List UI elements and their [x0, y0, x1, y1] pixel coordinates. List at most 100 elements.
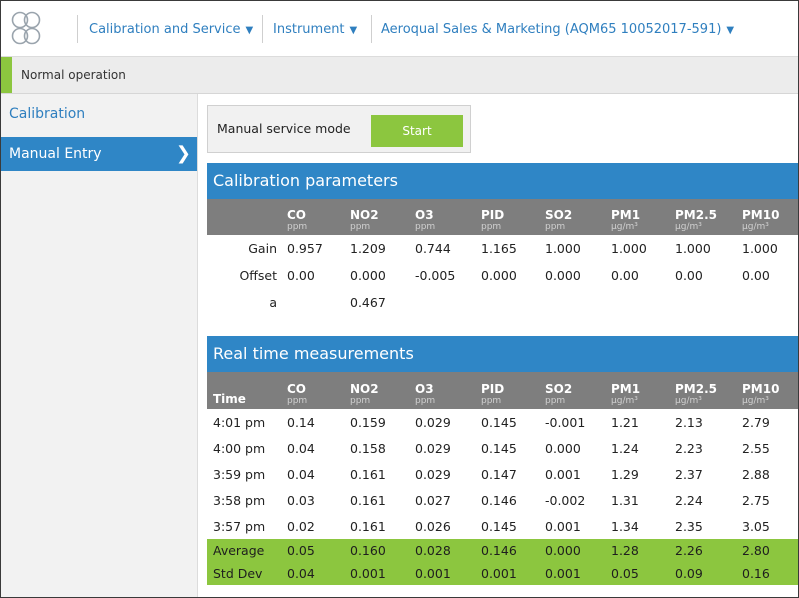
table-cell[interactable]: 0.000 — [539, 262, 605, 289]
table-cell[interactable]: 0.00 — [605, 262, 669, 289]
table-cell[interactable]: 1.000 — [605, 235, 669, 262]
column-header-pm10: PM10 µg/m³ — [736, 372, 798, 409]
column-header-co: CO ppm — [281, 372, 344, 409]
stat-label: Average — [207, 539, 281, 562]
calibration-row-gain: Gain 0.957 1.209 0.744 1.165 1.000 1.000… — [207, 235, 798, 262]
column-header-so2: SO2 ppm — [539, 199, 605, 235]
table-cell[interactable]: 1.165 — [475, 235, 539, 262]
column-header-pm25: PM2.5 µg/m³ — [669, 199, 736, 235]
table-cell: 0.05 — [605, 562, 669, 585]
manual-service-label: Manual service mode — [217, 121, 351, 136]
column-unit: µg/m³ — [742, 222, 769, 232]
row-label: Gain — [248, 241, 277, 256]
nav-dropdown-site[interactable]: Aeroqual Sales & Marketing (AQM65 100520… — [381, 15, 734, 45]
column-header-blank — [207, 199, 281, 235]
nav-dropdown-instrument[interactable]: Instrument ▼ — [273, 15, 357, 45]
table-cell — [669, 289, 736, 316]
time-cell: 3:59 pm — [213, 466, 266, 482]
table-cell: 2.24 — [675, 492, 703, 508]
nav-site-label: Aeroqual Sales & Marketing (AQM65 100520… — [381, 22, 722, 37]
table-row: 3:57 pm 0.02 0.161 0.026 0.145 0.001 1.3… — [207, 513, 798, 539]
table-cell: 0.029 — [415, 440, 451, 456]
table-cell: 0.000 — [545, 440, 581, 456]
manual-service-panel: Manual service mode Start — [207, 105, 471, 153]
chevron-down-icon: ▼ — [726, 25, 735, 36]
table-cell: 0.161 — [350, 518, 386, 534]
table-cell: 0.029 — [415, 414, 451, 430]
table-cell: 0.05 — [281, 539, 344, 562]
table-row: 3:59 pm 0.04 0.161 0.029 0.147 0.001 1.2… — [207, 461, 798, 487]
realtime-section-title: Real time measurements — [207, 336, 798, 372]
table-cell[interactable]: 0.957 — [281, 235, 344, 262]
column-unit: ppm — [287, 222, 308, 232]
average-row: Average 0.05 0.160 0.028 0.146 0.000 1.2… — [207, 539, 798, 562]
column-header-time: Time — [207, 372, 281, 409]
column-header-no2: NO2 ppm — [344, 372, 409, 409]
column-name: SO2 — [545, 208, 573, 222]
time-cell: 4:00 pm — [213, 440, 266, 456]
column-header-o3: O3 ppm — [409, 372, 475, 409]
table-cell: 2.26 — [669, 539, 736, 562]
table-cell: 0.027 — [415, 492, 451, 508]
sidebar: Calibration Manual Entry ❯ — [1, 94, 198, 597]
table-cell[interactable]: 0.00 — [669, 262, 736, 289]
sidebar-item-label: Manual Entry — [9, 146, 102, 162]
table-cell[interactable]: 0.744 — [409, 235, 475, 262]
column-unit: ppm — [415, 222, 436, 232]
column-name: PM2.5 — [675, 382, 717, 396]
table-row: 3:58 pm 0.03 0.161 0.027 0.146 -0.002 1.… — [207, 487, 798, 513]
table-cell[interactable]: 0.467 — [344, 289, 409, 316]
table-cell: 0.04 — [287, 440, 315, 456]
table-cell — [539, 289, 605, 316]
top-navigation-bar: Calibration and Service ▼ Instrument ▼ Aer… — [1, 1, 798, 57]
nav-dropdown-section[interactable]: Calibration and Service ▼ — [89, 15, 253, 45]
table-cell[interactable]: 1.000 — [669, 235, 736, 262]
table-cell: 1.34 — [611, 518, 639, 534]
table-cell[interactable]: 0.000 — [344, 262, 409, 289]
nav-instrument-label: Instrument — [273, 22, 345, 37]
table-cell: 0.145 — [481, 518, 517, 534]
table-cell: 0.001 — [545, 518, 581, 534]
table-cell[interactable]: 0.00 — [736, 262, 798, 289]
table-cell: 0.161 — [350, 466, 386, 482]
table-cell: 0.001 — [539, 562, 605, 585]
status-text: Normal operation — [21, 68, 126, 82]
nav-section-label: Calibration and Service — [89, 22, 241, 37]
table-cell — [475, 289, 539, 316]
table-cell[interactable]: -0.005 — [409, 262, 475, 289]
column-name: NO2 — [350, 208, 379, 222]
table-cell — [409, 289, 475, 316]
table-cell: 0.028 — [409, 539, 475, 562]
table-row: 4:01 pm 0.14 0.159 0.029 0.145 -0.001 1.… — [207, 409, 798, 435]
table-cell[interactable]: 0.00 — [281, 262, 344, 289]
table-cell: 0.16 — [736, 562, 798, 585]
nav-divider — [262, 15, 263, 43]
table-cell: 0.000 — [539, 539, 605, 562]
column-header-co: CO ppm — [281, 199, 344, 235]
table-cell: 1.28 — [605, 539, 669, 562]
nav-divider — [371, 15, 372, 43]
column-unit: µg/m³ — [675, 222, 702, 232]
table-cell: 3.05 — [742, 518, 770, 534]
table-cell: 0.001 — [475, 562, 539, 585]
column-unit: µg/m³ — [611, 222, 638, 232]
table-cell: 1.21 — [611, 414, 639, 430]
sidebar-heading[interactable]: Calibration — [9, 106, 85, 122]
table-cell[interactable]: 1.209 — [344, 235, 409, 262]
status-bar: Normal operation — [1, 57, 798, 94]
table-cell: 0.029 — [415, 466, 451, 482]
table-cell: 0.09 — [669, 562, 736, 585]
calibration-row-a: a 0.467 — [207, 289, 798, 316]
table-cell: 1.29 — [611, 466, 639, 482]
status-indicator — [1, 57, 12, 93]
column-unit: ppm — [481, 396, 502, 406]
table-cell: 0.14 — [287, 414, 315, 430]
sidebar-item-manual-entry[interactable]: Manual Entry ❯ — [1, 137, 197, 171]
start-button[interactable]: Start — [371, 115, 463, 147]
table-cell[interactable]: 1.000 — [539, 235, 605, 262]
column-unit: ppm — [415, 396, 436, 406]
table-cell[interactable]: 0.000 — [475, 262, 539, 289]
time-cell: 4:01 pm — [213, 414, 266, 430]
column-unit: ppm — [545, 222, 566, 232]
table-cell[interactable]: 1.000 — [736, 235, 798, 262]
